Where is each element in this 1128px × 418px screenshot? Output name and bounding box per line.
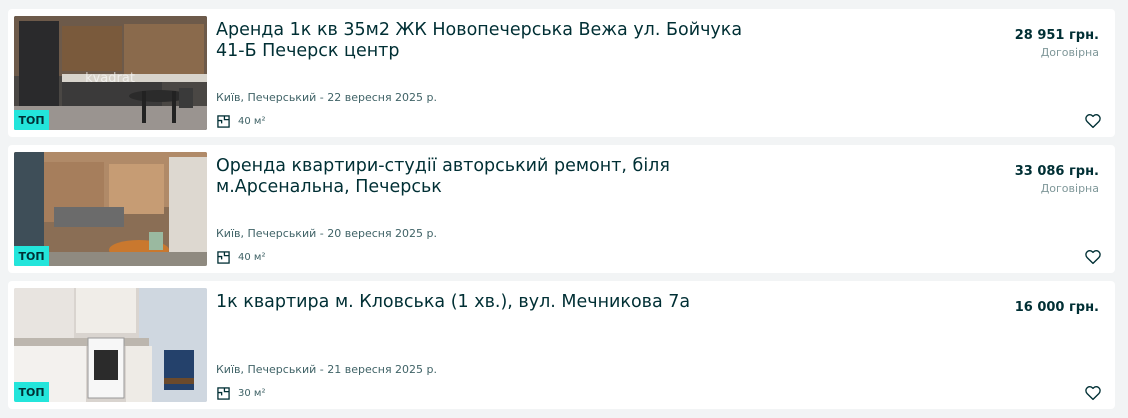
heart-outline-icon [1085, 250, 1101, 265]
listing-price: 16 000 грн. [1014, 300, 1099, 315]
area-value: 40 м² [238, 251, 266, 263]
listing-price: 33 086 грн. [1014, 164, 1099, 179]
floor-plan-icon [217, 250, 230, 264]
listing-location-date: Київ, Печерський - 20 вересня 2025 р. [216, 227, 438, 240]
favorite-button[interactable] [1083, 383, 1103, 403]
listing-photo[interactable]: kvadrat ТОП [14, 16, 207, 130]
floor-plan-icon [217, 386, 230, 400]
listing-location-date: Київ, Печерський - 21 вересня 2025 р. [216, 363, 438, 376]
heart-outline-icon [1085, 114, 1101, 129]
listing-card[interactable]: ТОП Оренда квартири-студії авторський ре… [8, 145, 1115, 273]
photo-watermark: kvadrat [85, 71, 135, 86]
top-badge: ТОП [14, 110, 49, 130]
listing-card[interactable]: kvadrat ТОП Аренда 1к кв 35м2 ЖК Новопеч… [8, 9, 1115, 137]
negotiable-label: Договірна [1040, 182, 1099, 195]
listing-area: 30 м² [217, 385, 265, 401]
listing-area: 40 м² [217, 249, 265, 265]
top-badge: ТОП [14, 246, 49, 266]
listing-photo[interactable]: ТОП [14, 288, 207, 402]
listing-price: 28 951 грн. [1014, 28, 1099, 43]
floor-plan-icon [217, 114, 230, 128]
area-value: 30 м² [238, 387, 266, 399]
favorite-button[interactable] [1083, 247, 1103, 267]
listing-title[interactable]: Оренда квартири-студії авторський ремонт… [216, 156, 756, 198]
listing-title[interactable]: Аренда 1к кв 35м2 ЖК Новопечерська Вежа … [216, 20, 756, 62]
listing-location-date: Київ, Печерський - 22 вересня 2025 р. [216, 91, 438, 104]
heart-outline-icon [1085, 386, 1101, 401]
listing-title[interactable]: 1к квартира м. Кловська (1 хв.), вул. Ме… [216, 292, 756, 313]
negotiable-label: Договірна [1040, 46, 1099, 59]
listing-list: kvadrat ТОП Аренда 1к кв 35м2 ЖК Новопеч… [0, 0, 1128, 418]
favorite-button[interactable] [1083, 111, 1103, 131]
listing-photo[interactable]: ТОП [14, 152, 207, 266]
listing-area: 40 м² [217, 113, 265, 129]
listing-card[interactable]: ТОП 1к квартира м. Кловська (1 хв.), вул… [8, 281, 1115, 409]
top-badge: ТОП [14, 382, 49, 402]
area-value: 40 м² [238, 115, 266, 127]
